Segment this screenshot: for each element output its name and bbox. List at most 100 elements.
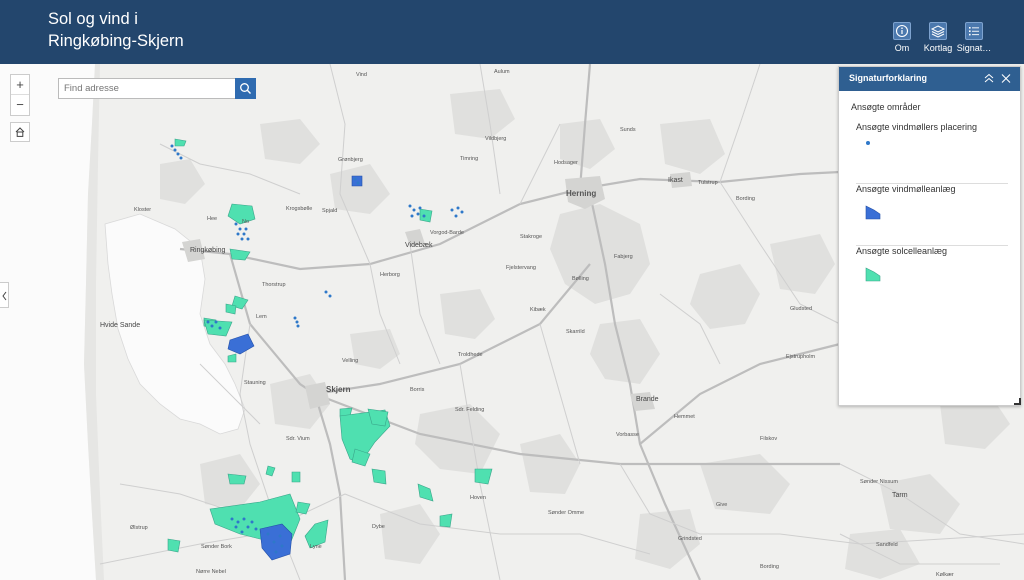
map-label-spjald: Spjald: [322, 208, 338, 214]
map-label-gludsted: Gludsted: [790, 306, 813, 312]
map-label-ringkobing: Ringkøbing: [190, 247, 226, 254]
map-label-fabjerg: Fabjerg: [614, 254, 633, 260]
chevron-left-icon: [2, 291, 7, 301]
map-label-gullestrup: Hodsager: [554, 160, 578, 166]
legend-resize-handle[interactable]: [1014, 398, 1021, 405]
map-label-ikast: Ikast: [668, 177, 683, 184]
map-label-hoven: Hoven: [470, 495, 486, 501]
layers-button-label: Kortlag: [923, 43, 953, 53]
legend-button[interactable]: Signat…: [954, 22, 994, 56]
app-header: Sol og vind i Ringkøbing-Skjern Om Kortl…: [0, 0, 1024, 64]
map-label-norre-nebel: Nørre Nebel: [196, 569, 226, 575]
map-label-sandfeld: Sandfeld: [876, 542, 898, 548]
map-label-fjelstervang: Fjelstervang: [506, 265, 536, 271]
map-label-brande: Brande: [636, 396, 659, 403]
layers-icon: [929, 22, 947, 40]
map-label-herning: Herning: [566, 189, 597, 198]
legend-collapse-button[interactable]: [983, 72, 995, 85]
map-label-skjern: Skjern: [326, 385, 351, 394]
home-button[interactable]: [10, 122, 30, 142]
turbine-dot-icon: [866, 141, 870, 145]
zoom-controls: + −: [10, 74, 30, 116]
layers-button[interactable]: Kortlag: [918, 22, 958, 56]
wind-area-polygon-icon: [865, 205, 881, 220]
map-label-vind: Vind: [356, 72, 367, 78]
chevrons-up-icon: [984, 73, 994, 83]
app-title: Sol og vind i Ringkøbing-Skjern: [48, 8, 184, 52]
map-label-hee: Hee: [207, 216, 218, 222]
map-label-lem: Lem: [256, 314, 267, 320]
map-label-videbaek: Videbæk: [405, 242, 433, 249]
legend-button-label: Signat…: [956, 43, 992, 53]
map-label-herborg: Herborg: [380, 272, 400, 278]
map-label-arnborg: Skarrild: [566, 329, 585, 335]
home-icon: [15, 127, 25, 137]
map-label-hvide-sande: Hvide Sande: [100, 322, 141, 329]
legend-item-label: Ansøgte vindmøllers placering: [856, 122, 978, 132]
zoom-in-button[interactable]: +: [11, 75, 29, 95]
search-button[interactable]: [235, 78, 256, 99]
map-label-sunds: Sunds: [620, 127, 636, 133]
zoom-out-button[interactable]: −: [11, 95, 29, 115]
legend-panel: Signaturforklaring Ansøgte områder Ansøg…: [838, 66, 1021, 406]
map-label-tarm: Tarm: [892, 492, 908, 499]
legend-item-wind-areas: Ansøgte vindmølleanlæg: [856, 184, 1008, 246]
legend-item-label: Ansøgte vindmølleanlæg: [856, 184, 956, 194]
map-label-sonder-bork: Sønder Bork: [201, 544, 232, 550]
map-label-lonborg: Sdr. Vium: [286, 436, 310, 442]
search-icon: [240, 83, 251, 94]
solar-area-polygon-icon: [865, 267, 881, 282]
legend-header: Signaturforklaring: [839, 67, 1020, 91]
map-label-dybe: Dybe: [372, 524, 385, 530]
about-button[interactable]: Om: [882, 22, 922, 56]
app-title-line2: Ringkøbing-Skjern: [48, 32, 184, 50]
map-label-ejstrupholm: Ejstrupholm: [786, 354, 816, 360]
map-label-stauning: Stauning: [244, 380, 266, 386]
map-label-give: Give: [716, 502, 728, 508]
legend-close-button[interactable]: [1000, 72, 1012, 85]
map-label-sdr-felding: Sdr. Felding: [455, 407, 485, 413]
map-label-thyregod: Kølkær: [936, 572, 954, 578]
app-title-line1: Sol og vind i: [48, 10, 138, 28]
map-label-sonder-nissum: Ølstrup: [130, 525, 148, 531]
legend-title: Signaturforklaring: [849, 73, 928, 83]
map-label-stakroge: Stakroge: [520, 234, 543, 240]
map-label-gronbjerg: Grønbjerg: [338, 157, 363, 163]
legend-list-icon: [965, 22, 983, 40]
legend-body: Ansøgte områder Ansøgte vindmøllers plac…: [839, 102, 1020, 308]
about-button-label: Om: [894, 43, 910, 53]
map-label-filskov: Filskov: [760, 436, 778, 442]
legend-item-label: Ansøgte solcelleanlæg: [856, 246, 948, 256]
map-label-grindsted: Grindsted: [678, 536, 702, 542]
search-input[interactable]: [59, 79, 237, 98]
close-icon: [1001, 74, 1011, 83]
map-label-troldhede: Troldhede: [458, 352, 483, 358]
map-label-kibaek: Kibæk: [530, 307, 546, 313]
map-label-lyne: Lyne: [310, 544, 322, 550]
map-label-tulstrup: Tulstrup: [698, 180, 718, 186]
map-label-vorbasse: Sønder Nissum: [860, 479, 898, 485]
side-panel-toggle[interactable]: [0, 282, 9, 308]
map-label-hojmark: Thorstrup: [262, 282, 286, 288]
app-window: Sol og vind i Ringkøbing-Skjern Om Kortl…: [0, 0, 1024, 580]
map-label-borris: Borris: [410, 387, 425, 393]
legend-item-solar-areas: Ansøgte solcelleanlæg: [856, 246, 1008, 308]
map-label-olstrup: Hemmet: [674, 414, 695, 420]
map-label-vorgod-barde: Vorgod-Barde: [430, 230, 464, 236]
wind-areas[interactable]: [227, 175, 363, 561]
map-label-skarrild: Bølling: [572, 276, 589, 282]
legend-layer-title: Ansøgte områder: [851, 102, 921, 112]
map-label-sonder-omme: Sønder Omme: [548, 510, 585, 516]
map-label-kolkaer: Bording: [760, 564, 779, 570]
map-label-krogsbolle: Krogsbølle: [286, 206, 313, 212]
map-label-aulum: Aulum: [494, 69, 510, 75]
map-label-bording: Bording: [736, 196, 755, 202]
map-label-no: No: [242, 219, 250, 225]
info-icon: [893, 22, 911, 40]
map-label-kloster: Kloster: [134, 207, 152, 213]
map-label-velling: Velling: [342, 358, 359, 364]
legend-item-turbines: Ansøgte vindmøllers placering: [856, 122, 1008, 184]
map-label-timring: Timring: [460, 156, 479, 162]
map-label-hejnsvig: Vorbasse: [616, 432, 639, 438]
map-label-vildbjerg: Vildbjerg: [485, 136, 507, 142]
